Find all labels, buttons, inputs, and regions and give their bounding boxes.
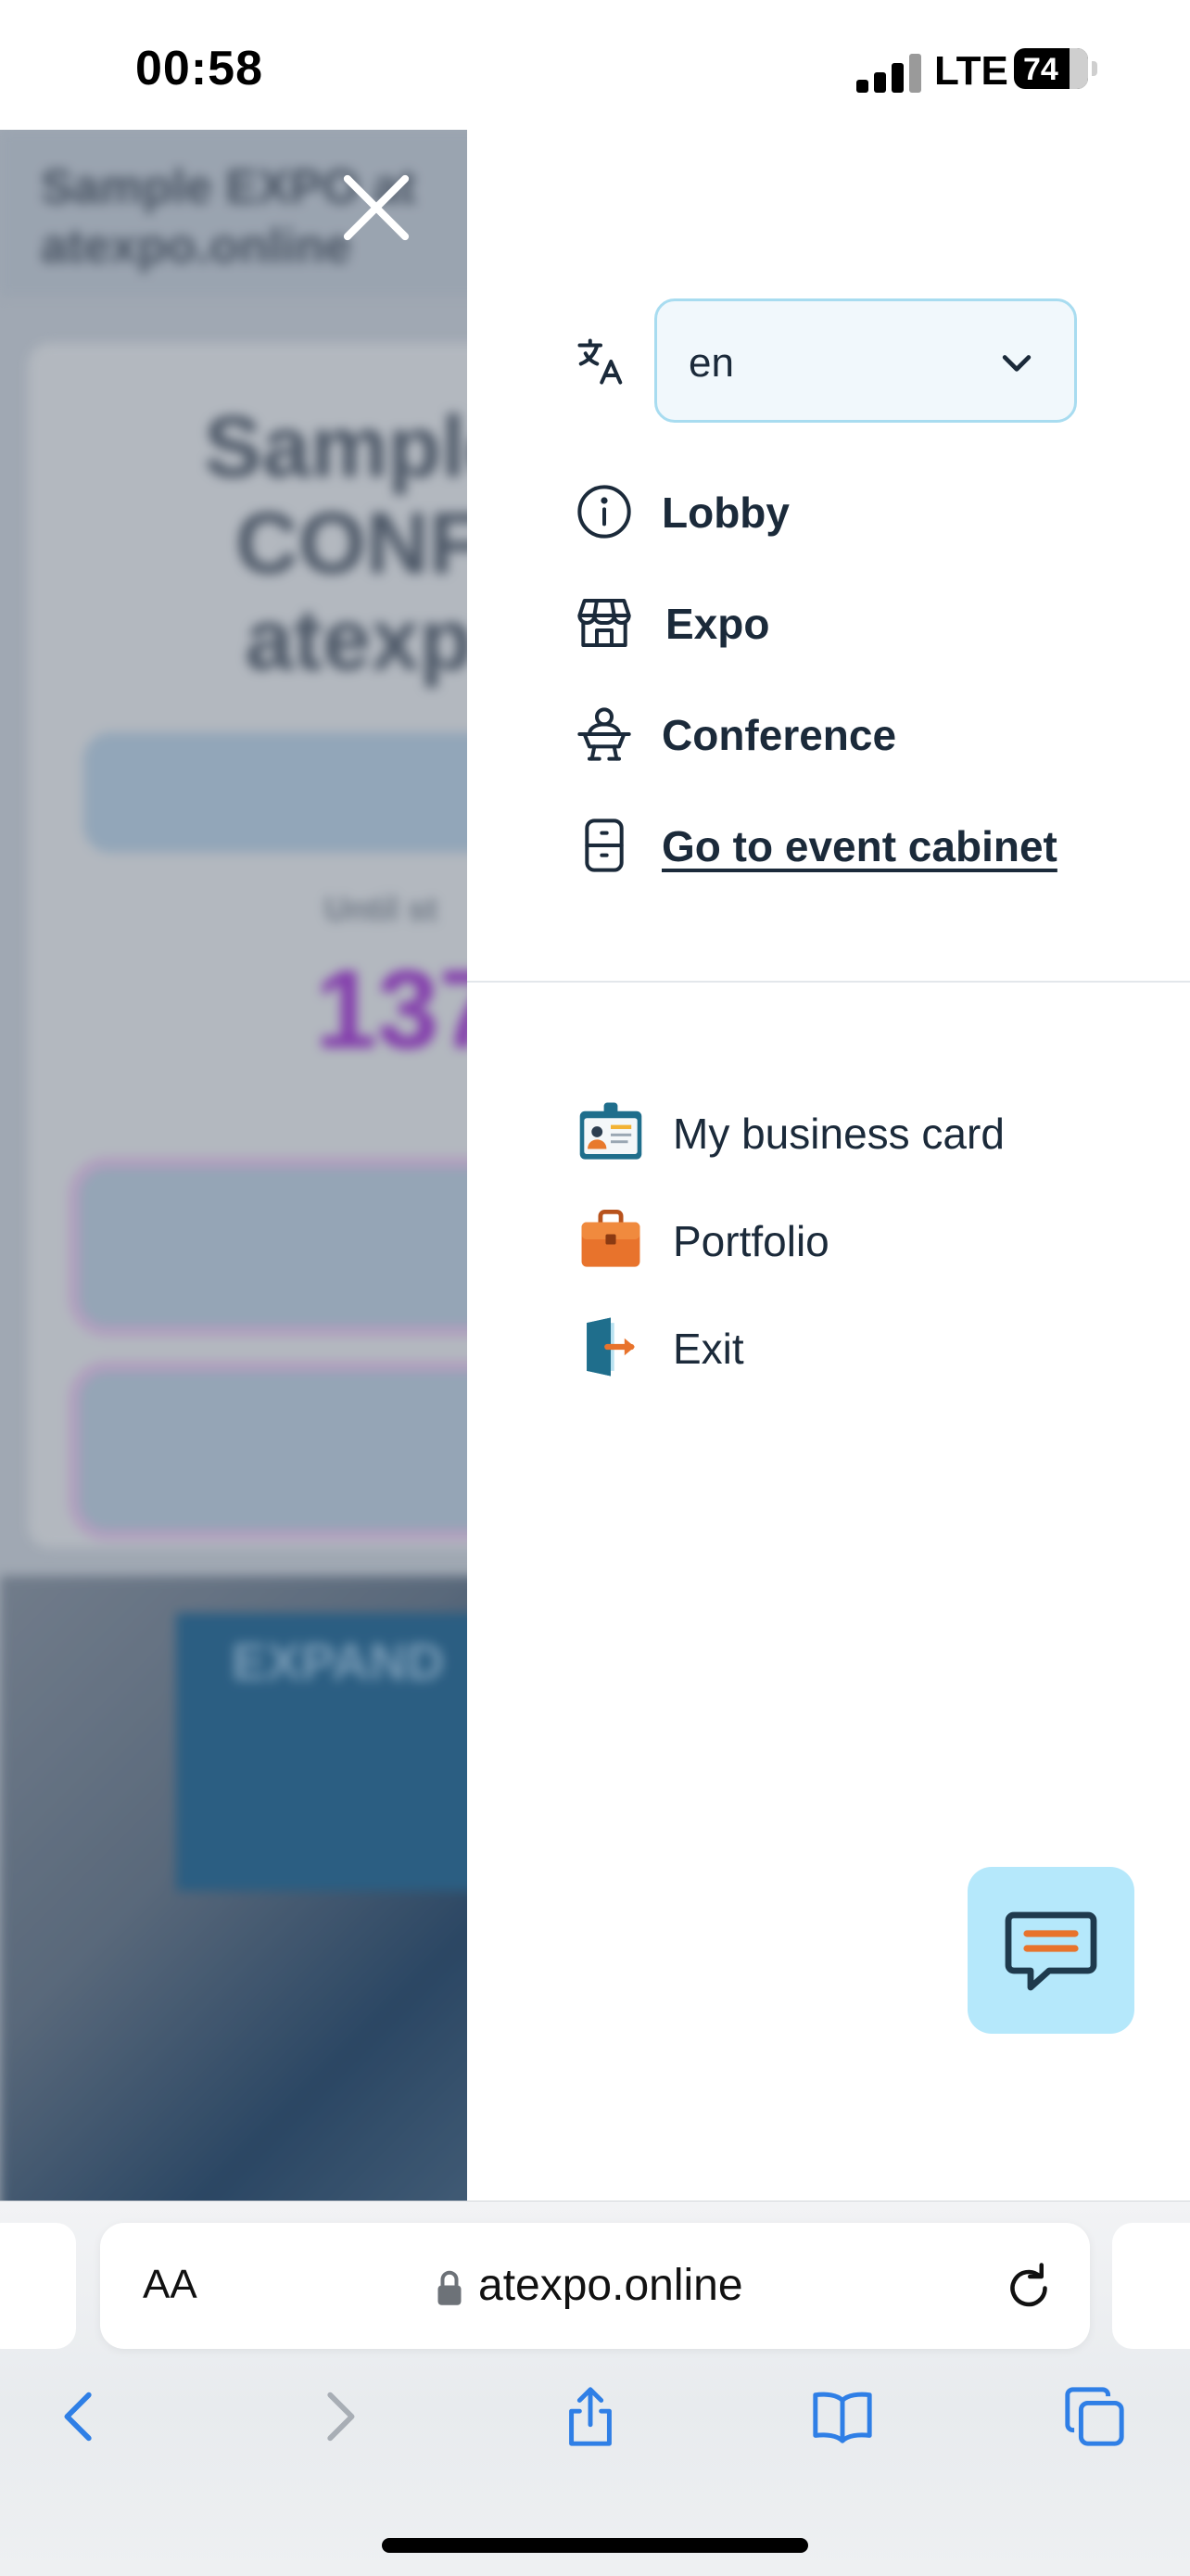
briefcase-icon <box>581 1209 640 1267</box>
bookmarks-icon[interactable] <box>810 2384 875 2449</box>
next-tab-preview[interactable] <box>1112 2223 1190 2349</box>
id-card-icon <box>579 1102 642 1160</box>
reader-settings-button[interactable]: AA <box>143 2262 197 2308</box>
battery-icon: 74 <box>1014 48 1088 89</box>
nav-item-label: Lobby <box>662 489 790 537</box>
exit-door-icon <box>587 1317 635 1377</box>
event-cabinet-link[interactable]: Go to event cabinet <box>662 821 1057 871</box>
signal-icon <box>856 52 923 93</box>
previous-tab-preview[interactable] <box>0 2223 76 2349</box>
overlay-dim <box>0 130 467 2201</box>
nav-item-lobby[interactable]: Lobby <box>575 475 1149 549</box>
info-circle-icon <box>577 485 631 539</box>
battery-level: 74 <box>1023 52 1058 87</box>
tabs-icon[interactable] <box>1062 2384 1127 2449</box>
language-value: en <box>689 340 734 386</box>
speaker-podium-icon <box>577 707 631 761</box>
battery-tip <box>1092 61 1097 76</box>
store-icon <box>577 599 631 647</box>
language-select[interactable]: en <box>654 298 1077 423</box>
nav-item-conference[interactable]: Conference <box>575 697 1149 771</box>
menu-item-label: Exit <box>673 1325 744 1373</box>
status-bar: 00:58 LTE 74 <box>0 0 1190 130</box>
lock-icon <box>437 2270 462 2305</box>
menu-divider <box>467 981 1190 983</box>
nav-item-label: Expo <box>665 600 770 648</box>
menu-item-label: Portfolio <box>673 1217 829 1265</box>
clock: 00:58 <box>135 42 263 95</box>
back-icon[interactable] <box>48 2384 113 2449</box>
translate-icon <box>577 338 623 385</box>
nav-item-label: Conference <box>662 711 897 759</box>
menu-item-label: My business card <box>673 1110 1005 1158</box>
home-indicator <box>382 2538 808 2553</box>
cabinet-icon <box>585 818 624 872</box>
menu-item-exit[interactable]: Exit <box>576 1307 1151 1385</box>
nav-item-expo[interactable]: Expo <box>575 586 1149 660</box>
url-text[interactable]: atexpo.online <box>478 2260 743 2311</box>
menu-item-portfolio[interactable]: Portfolio <box>576 1199 1151 1277</box>
chat-bubble-icon <box>1005 1911 1097 1991</box>
background-page[interactable]: Sample EXPO at atexpo.online Sample CONF… <box>0 130 467 2201</box>
menu-item-business-card[interactable]: My business card <box>576 1092 1151 1170</box>
share-icon[interactable] <box>558 2384 623 2449</box>
forward-icon[interactable] <box>306 2384 371 2449</box>
close-menu-button[interactable] <box>335 167 417 248</box>
reload-icon[interactable] <box>1001 2258 1057 2314</box>
chevron-down-icon <box>1002 355 1032 372</box>
chat-button[interactable] <box>968 1867 1134 2034</box>
nav-item-event-cabinet[interactable]: Go to event cabinet <box>575 808 1149 882</box>
network-type: LTE <box>934 48 1008 94</box>
